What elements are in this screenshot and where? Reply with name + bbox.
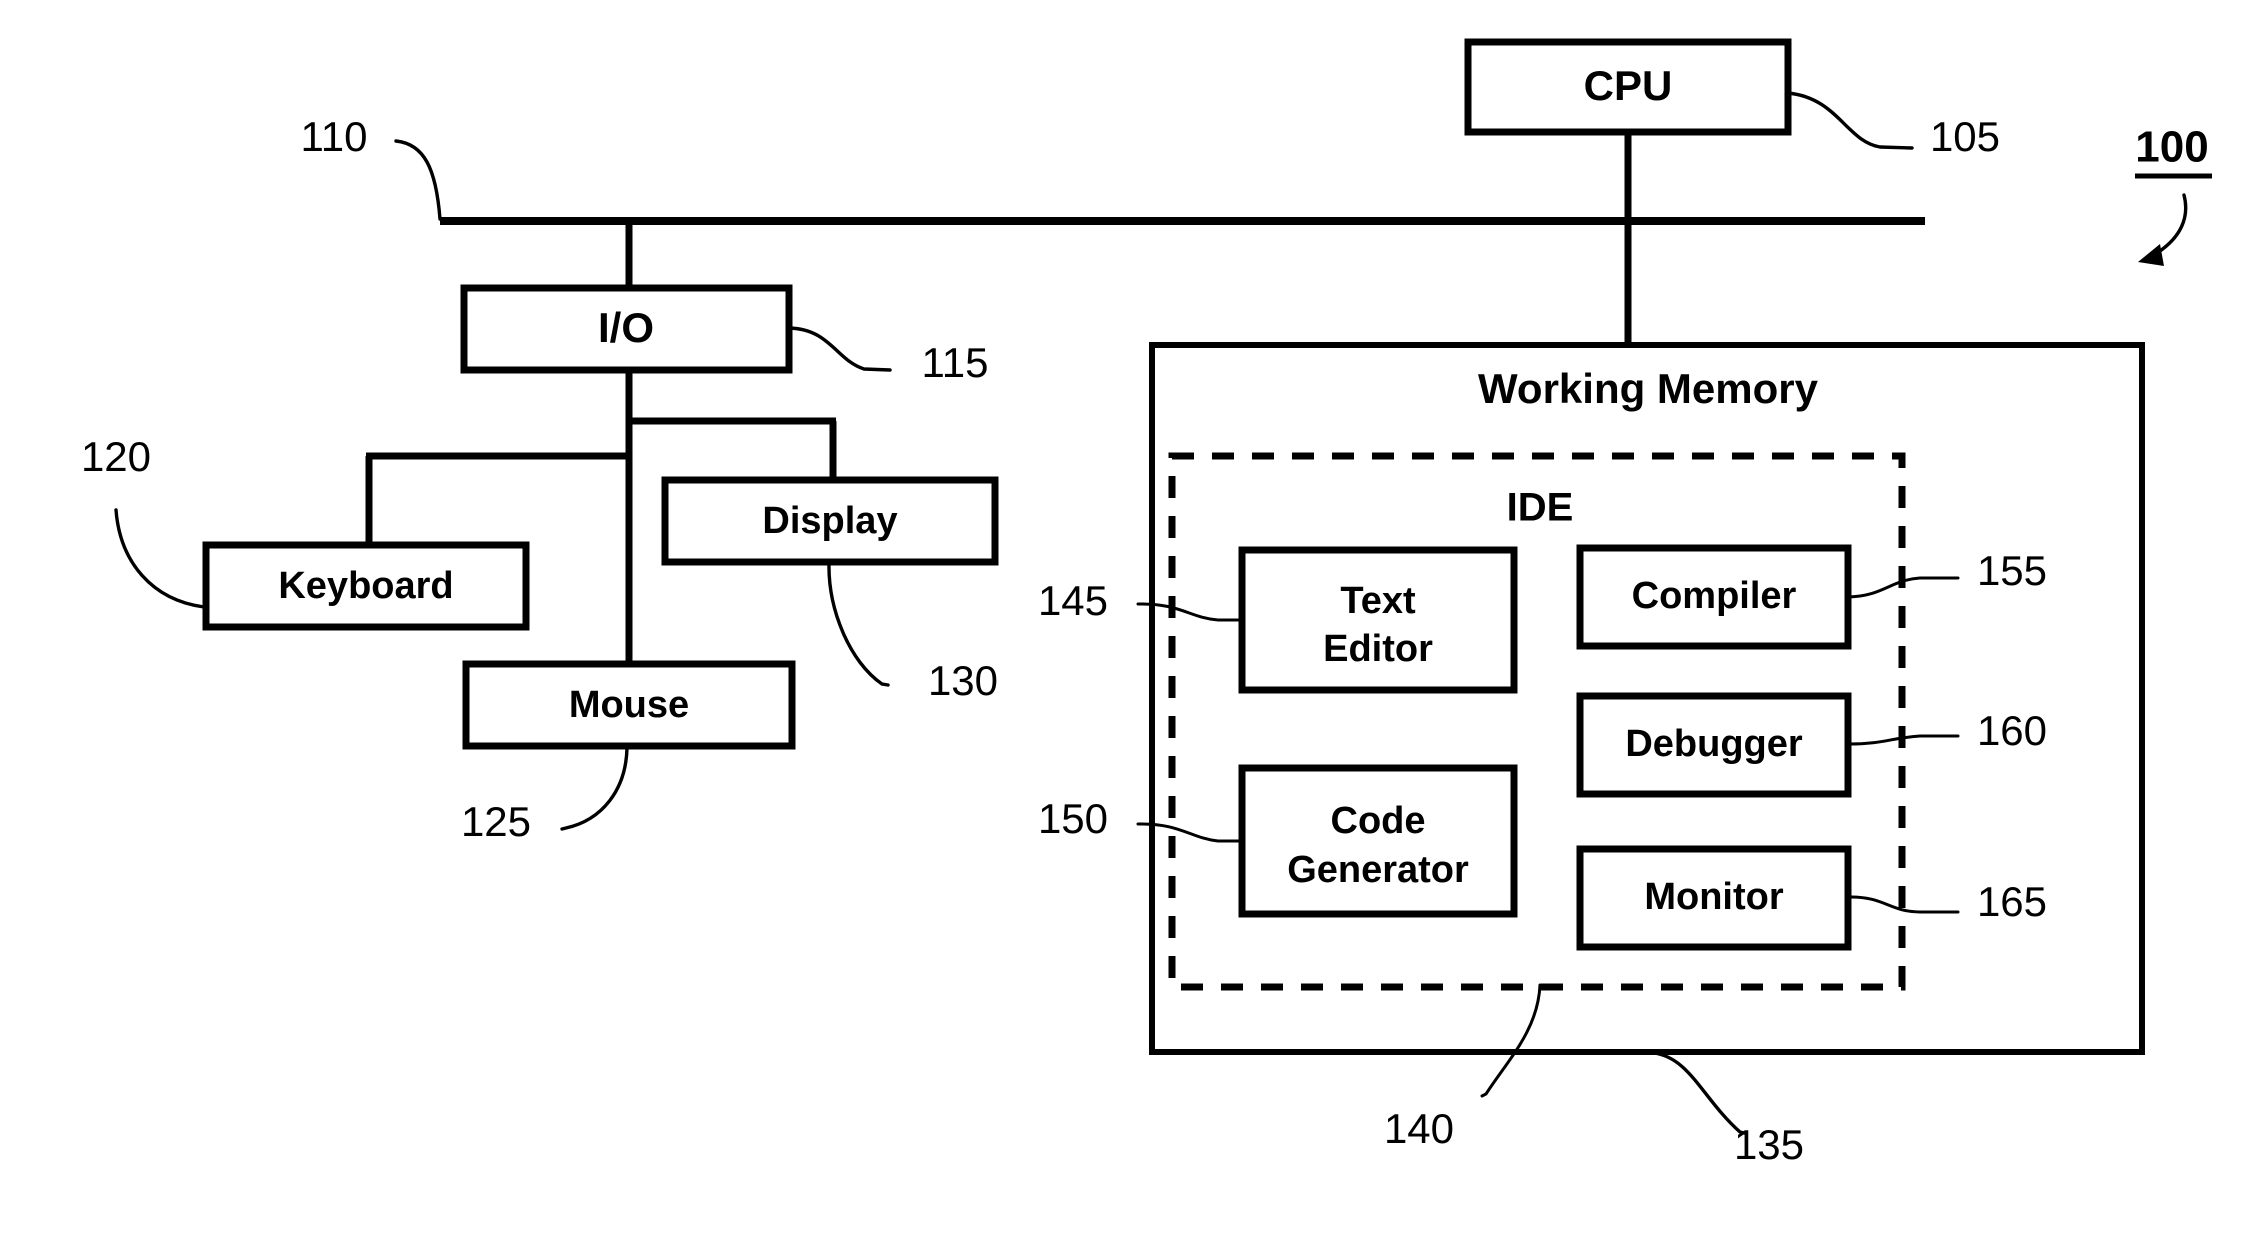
bus-ref-number: 110 [301, 113, 368, 160]
text-editor-ref-number: 145 [1038, 577, 1108, 624]
display-block: Display [661, 476, 999, 566]
display-leader-line [827, 561, 890, 687]
compiler-block: Compiler [1576, 544, 1852, 650]
working-memory-leader-line [1652, 1051, 1746, 1135]
figure-ref-number: 100 [2135, 123, 2208, 172]
monitor-label: Monitor [1644, 876, 1784, 918]
io-leader-line [787, 326, 892, 372]
io-block: I/O [460, 284, 793, 374]
text-editor-label-line1: Text [1340, 580, 1416, 622]
cpu-block: CPU [1464, 38, 1792, 136]
working-memory-ref-number: 135 [1734, 1121, 1804, 1168]
compiler-ref-number: 155 [1977, 547, 2047, 594]
debugger-block: Debugger [1576, 692, 1852, 798]
keyboard-leader-line [114, 508, 206, 609]
cpu-label: CPU [1584, 62, 1673, 109]
ide-title: IDE [1507, 486, 1574, 530]
io-label: I/O [598, 304, 654, 351]
system-block-diagram: CPU 105 110 I/O 115 Display 130 Keyboard… [81, 38, 2212, 1168]
mouse-leader-line [560, 746, 629, 831]
monitor-block: Monitor [1576, 845, 1852, 951]
bus-leader-line [394, 139, 442, 221]
working-memory-title: Working Memory [1478, 365, 1819, 412]
cpu-leader-line [1786, 91, 1914, 150]
monitor-ref-number: 165 [1977, 878, 2047, 925]
debugger-ref-number: 160 [1977, 707, 2047, 754]
cpu-ref-number: 105 [1930, 113, 2000, 160]
figure-reference: 100 [2135, 123, 2212, 266]
ide-ref-number: 140 [1384, 1105, 1454, 1152]
keyboard-block: Keyboard [202, 541, 530, 631]
display-ref-number: 130 [928, 657, 998, 704]
text-editor-label-line2: Editor [1323, 628, 1433, 670]
figure-ref-arrowhead [2138, 244, 2164, 266]
io-ref-number: 115 [922, 339, 989, 386]
compiler-label: Compiler [1632, 575, 1797, 617]
figure-ref-arrow-line [2155, 193, 2188, 255]
text-editor-block: Text Editor [1238, 546, 1518, 694]
code-generator-label-line2: Generator [1287, 849, 1469, 891]
code-generator-block: Code Generator [1238, 764, 1518, 918]
debugger-label: Debugger [1625, 723, 1803, 765]
mouse-label: Mouse [569, 684, 689, 726]
keyboard-ref-number: 120 [81, 433, 151, 480]
display-label: Display [762, 500, 897, 542]
code-generator-ref-number: 150 [1038, 795, 1108, 842]
mouse-block: Mouse [462, 660, 796, 750]
code-generator-label-line1: Code [1331, 800, 1426, 842]
mouse-ref-number: 125 [461, 798, 531, 845]
keyboard-label: Keyboard [278, 565, 453, 607]
patent-figure-page: CPU 105 110 I/O 115 Display 130 Keyboard… [0, 0, 2260, 1252]
